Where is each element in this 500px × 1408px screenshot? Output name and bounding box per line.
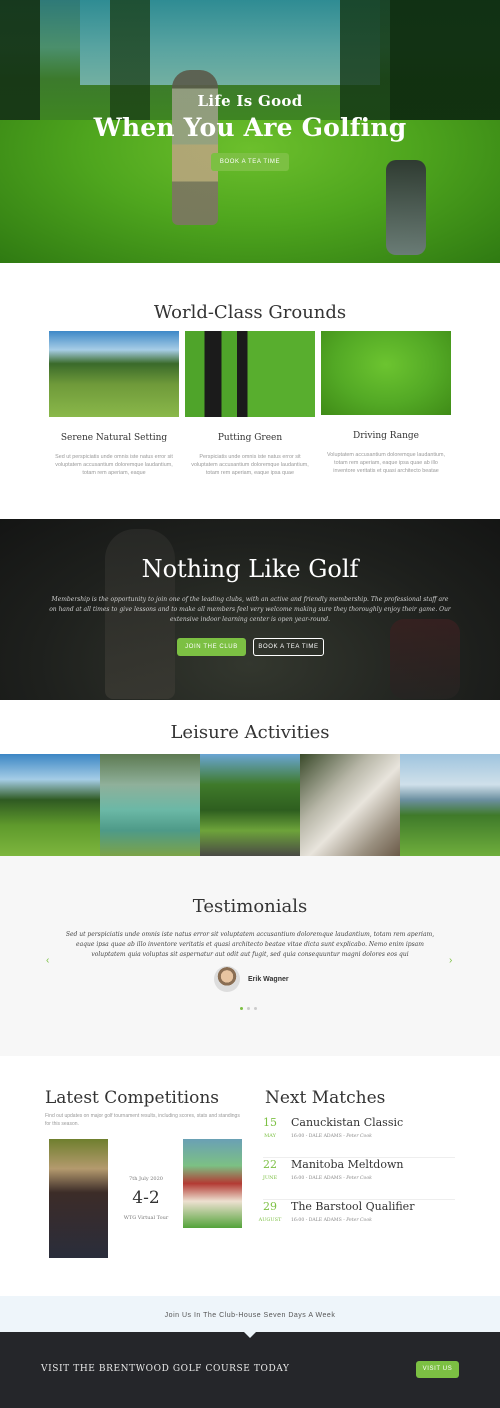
book-tee-time-button[interactable]: BOOK A TEA TIME: [211, 153, 289, 171]
chevron-right-icon[interactable]: ›: [449, 955, 452, 966]
match-time: 16:00 - DALE ADAMS -: [291, 1176, 347, 1181]
ground-card: Serene Natural Setting Sed ut perspiciat…: [49, 331, 179, 477]
carousel-dots: [240, 1007, 257, 1010]
testimonials-title: Testimonials: [192, 896, 308, 917]
match-month: MAY: [264, 1133, 276, 1139]
ground-image-putting: [185, 331, 315, 417]
match-host: Peter Cook: [346, 1134, 372, 1139]
ground-card: Driving Range Voluptatem accusantium dol…: [321, 331, 451, 475]
match-item[interactable]: 22 JUNE Manitoba Meltdown 16:00 - DALE A…: [263, 1158, 455, 1200]
carousel-dot-active[interactable]: [240, 1007, 243, 1010]
match-day: 15: [263, 1116, 277, 1129]
match-item[interactable]: 15 MAY Canuckistan Classic 16:00 - DALE …: [263, 1116, 455, 1158]
hero-text: Life Is Good When You Are Golfing: [0, 92, 500, 142]
footer-notch: [244, 1332, 256, 1338]
testimonial-author: Erik Wagner: [248, 976, 289, 983]
match-month: JUNE: [262, 1175, 278, 1181]
match-meta: 16:00 - DALE ADAMS - Peter Cook: [291, 1218, 372, 1223]
ground-image-natural: [49, 331, 179, 417]
ground-title: Putting Green: [217, 433, 283, 443]
competition-score: 4-2: [132, 1188, 160, 1208]
ground-text: Sed ut perspiciatis unde omnis iste natu…: [55, 454, 173, 476]
matches-title: Next Matches: [265, 1088, 386, 1108]
footer-cta-text: VISIT THE BRENTWOOD GOLF COURSE TODAY: [41, 1364, 290, 1374]
competition-date: 7th July 2020: [129, 1176, 163, 1182]
competitions-title: Latest Competitions: [45, 1088, 220, 1108]
hero-golf-bag: [386, 160, 426, 255]
gallery-image-golfer[interactable]: [100, 754, 200, 856]
avatar: [214, 966, 240, 992]
match-month: AUGUST: [258, 1217, 282, 1223]
gallery-image-course[interactable]: [0, 754, 100, 856]
match-name[interactable]: Canuckistan Classic: [291, 1116, 403, 1129]
hero-title: When You Are Golfing: [93, 113, 407, 142]
competitions-text: Find out updates on major golf tournamen…: [45, 1113, 240, 1127]
carousel-dot[interactable]: [247, 1007, 250, 1010]
ground-text: Perspiciatis unde omnis iste natus error…: [191, 454, 309, 476]
match-host: Peter Cook: [346, 1176, 372, 1181]
gallery-image-cart[interactable]: [400, 754, 500, 856]
book-tee-time-button-secondary[interactable]: BOOK A TEA TIME: [253, 638, 324, 656]
golf-bag-silhouette: [390, 619, 460, 699]
carousel-dot[interactable]: [254, 1007, 257, 1010]
join-club-button[interactable]: JOIN THE CLUB: [177, 638, 246, 656]
match-item[interactable]: 29 AUGUST The Barstool Qualifier 16:00 -…: [259, 1200, 455, 1242]
match-meta: 16:00 - DALE ADAMS - Peter Cook: [291, 1176, 372, 1181]
leisure-title: Leisure Activities: [170, 722, 330, 743]
leisure-gallery: [0, 754, 500, 856]
match-day: 29: [263, 1200, 277, 1213]
visit-us-button[interactable]: VISIT US: [416, 1361, 459, 1378]
membership-title: Nothing Like Golf: [141, 555, 359, 583]
gallery-image-dining[interactable]: [300, 754, 400, 856]
match-name[interactable]: Manitoba Meltdown: [291, 1158, 403, 1171]
competition-tour: WTG Virtual Tour: [123, 1215, 169, 1221]
ground-title: Serene Natural Setting: [60, 433, 168, 443]
match-day: 22: [263, 1158, 277, 1171]
clubhouse-text: Join Us In The Club-House Seven Days A W…: [164, 1312, 336, 1319]
hero-subtitle: Life Is Good: [197, 92, 303, 110]
chevron-left-icon[interactable]: ‹: [46, 955, 49, 966]
ground-title: Driving Range: [352, 431, 419, 441]
match-meta: 16:00 - DALE ADAMS - Peter Cook: [291, 1134, 372, 1139]
match-host: Peter Cook: [346, 1218, 372, 1223]
competitor-photo-1: [49, 1139, 108, 1258]
match-name[interactable]: The Barstool Qualifier: [291, 1200, 414, 1213]
gallery-image-path[interactable]: [200, 754, 300, 856]
ground-image-driving: [321, 331, 451, 415]
testimonial-quote: Sed ut perspiciatis unde omnis iste natu…: [65, 931, 435, 958]
competitor-photo-2: [183, 1139, 242, 1228]
match-time: 16:00 - DALE ADAMS -: [291, 1218, 347, 1223]
grounds-title: World-Class Grounds: [153, 302, 347, 323]
match-time: 16:00 - DALE ADAMS -: [291, 1134, 347, 1139]
membership-text: Membership is the opportunity to join on…: [49, 596, 451, 623]
ground-text: Voluptatem accusantium doloremque laudan…: [326, 452, 446, 474]
ground-card: Putting Green Perspiciatis unde omnis is…: [185, 331, 315, 477]
